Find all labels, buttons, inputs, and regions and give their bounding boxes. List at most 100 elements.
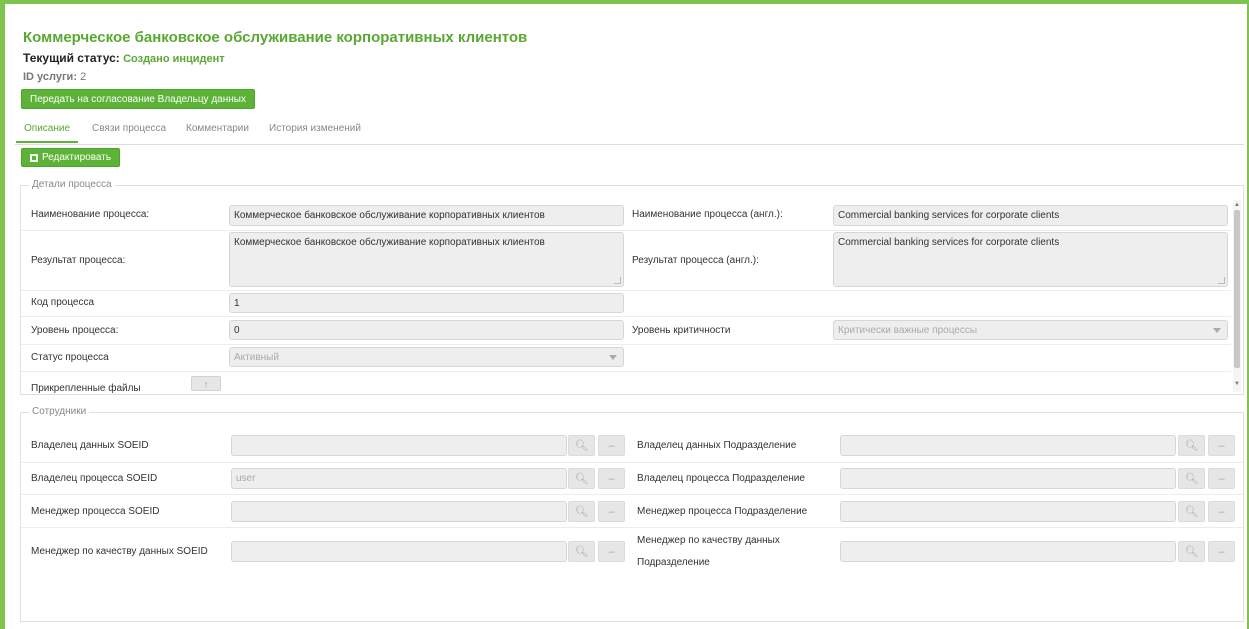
row-divider <box>21 316 1231 317</box>
status-value: Создано инцидент <box>123 53 225 65</box>
quality-manager-soeid-label: Менеджер по качеству данных SOEID <box>31 546 208 557</box>
tab-bar: Описание Связи процесса Комментарии Исто… <box>15 118 1244 145</box>
search-icon: 🔍︎ <box>574 546 589 558</box>
quality-manager-soeid-field[interactable] <box>231 541 567 562</box>
criticality-select[interactable]: Критически важные процессы <box>833 320 1228 340</box>
tab-process-links[interactable]: Связи процесса <box>92 123 166 134</box>
process-name-en-label: Наименование процесса (англ.): <box>632 209 783 220</box>
process-result-en-label: Результат процесса (англ.): <box>632 255 759 266</box>
submit-for-approval-button[interactable]: Передать на согласование Владельцу данны… <box>21 89 255 109</box>
data-owner-soeid-field[interactable] <box>231 435 567 456</box>
active-tab-indicator <box>16 141 78 143</box>
data-owner-search-button[interactable]: 🔍︎ <box>568 435 595 456</box>
minus-icon: – <box>1218 545 1225 558</box>
row-divider <box>21 371 1231 372</box>
upload-button[interactable]: ↑ <box>191 376 221 391</box>
service-id-label: ID услуги: <box>23 71 77 83</box>
search-icon: 🔍︎ <box>1184 473 1199 485</box>
process-level-field[interactable]: 0 <box>229 320 624 340</box>
process-result-en-text: Commercial banking services for corporat… <box>838 237 1060 248</box>
search-icon: 🔍︎ <box>574 440 589 452</box>
data-owner-dept-field[interactable] <box>840 435 1176 456</box>
process-status-value: Активный <box>234 352 279 363</box>
scroll-thumb[interactable] <box>1234 210 1240 368</box>
search-icon: 🔍︎ <box>574 473 589 485</box>
minus-icon: – <box>608 505 615 518</box>
process-result-en-textarea[interactable]: Commercial banking services for corporat… <box>833 232 1228 287</box>
process-manager-dept-clear-button[interactable]: – <box>1208 501 1235 522</box>
quality-manager-search-button[interactable]: 🔍︎ <box>568 541 595 562</box>
scroll-up-icon[interactable]: ▲ <box>1233 202 1241 208</box>
process-manager-soeid-field[interactable] <box>231 501 567 522</box>
process-manager-dept-field[interactable] <box>840 501 1176 522</box>
minus-icon: – <box>608 545 615 558</box>
resize-handle[interactable] <box>1218 277 1225 284</box>
minus-icon: – <box>608 439 615 452</box>
process-manager-soeid-label: Менеджер процесса SOEID <box>31 506 160 517</box>
minus-icon: – <box>608 472 615 485</box>
process-result-text: Коммерческое банковское обслуживание кор… <box>234 237 545 248</box>
minus-icon: – <box>1218 472 1225 485</box>
process-owner-dept-label: Владелец процесса Подразделение <box>637 473 805 484</box>
row-divider <box>21 462 1243 463</box>
page-title: Коммерческое банковское обслуживание кор… <box>23 29 528 46</box>
attached-files-label: Прикрепленные файлы <box>31 383 141 393</box>
quality-manager-dept-label-line2: Подразделение <box>637 557 710 568</box>
process-owner-soeid-field[interactable]: user <box>231 468 567 489</box>
process-code-field[interactable]: 1 <box>229 293 624 313</box>
scroll-down-icon[interactable]: ▼ <box>1233 381 1241 387</box>
process-name-en-field[interactable]: Commercial banking services for corporat… <box>833 205 1228 226</box>
data-owner-dept-label: Владелец данных Подразделение <box>637 440 797 451</box>
search-icon: 🔍︎ <box>574 506 589 518</box>
row-divider <box>21 494 1243 495</box>
quality-manager-dept-clear-button[interactable]: – <box>1208 541 1235 562</box>
quality-manager-dept-field[interactable] <box>840 541 1176 562</box>
process-manager-dept-label: Менеджер процесса Подразделение <box>637 506 808 517</box>
quality-manager-dept-search-button[interactable]: 🔍︎ <box>1178 541 1205 562</box>
process-owner-search-button[interactable]: 🔍︎ <box>568 468 595 489</box>
criticality-label: Уровень критичности <box>632 325 731 336</box>
row-divider <box>21 230 1231 231</box>
data-owner-clear-button[interactable]: – <box>598 435 625 456</box>
process-owner-dept-search-button[interactable]: 🔍︎ <box>1178 468 1205 489</box>
current-status: Текущий статус: Создано инцидент <box>23 51 225 65</box>
search-icon: 🔍︎ <box>1184 506 1199 518</box>
row-divider <box>21 344 1231 345</box>
quality-manager-clear-button[interactable]: – <box>598 541 625 562</box>
process-owner-clear-button[interactable]: – <box>598 468 625 489</box>
edit-icon <box>29 153 38 162</box>
process-result-label: Результат процесса: <box>31 255 126 266</box>
process-owner-dept-clear-button[interactable]: – <box>1208 468 1235 489</box>
resize-handle[interactable] <box>614 277 621 284</box>
process-status-label: Статус процесса <box>31 352 109 363</box>
quality-manager-dept-label-line1: Менеджер по качеству данных <box>637 535 780 546</box>
upload-icon: ↑ <box>203 378 209 389</box>
process-owner-soeid-label: Владелец процесса SOEID <box>31 473 158 484</box>
process-result-textarea[interactable]: Коммерческое банковское обслуживание кор… <box>229 232 624 287</box>
chevron-down-icon <box>1213 328 1221 333</box>
details-scrollbar[interactable]: ▲ ▼ <box>1233 200 1241 392</box>
search-icon: 🔍︎ <box>1184 546 1199 558</box>
process-manager-search-button[interactable]: 🔍︎ <box>568 501 595 522</box>
process-details-legend: Детали процесса <box>29 179 115 190</box>
process-status-select[interactable]: Активный <box>229 347 624 367</box>
row-divider <box>21 527 1243 528</box>
tab-description[interactable]: Описание <box>24 123 70 134</box>
process-manager-dept-search-button[interactable]: 🔍︎ <box>1178 501 1205 522</box>
search-icon: 🔍︎ <box>1184 440 1199 452</box>
edit-button[interactable]: Редактировать <box>21 148 120 167</box>
chevron-down-icon <box>609 355 617 360</box>
service-id-value: 2 <box>80 71 87 83</box>
data-owner-dept-clear-button[interactable]: – <box>1208 435 1235 456</box>
process-owner-dept-field[interactable] <box>840 468 1176 489</box>
row-divider <box>21 290 1231 291</box>
process-name-field[interactable]: Коммерческое банковское обслуживание кор… <box>229 205 624 226</box>
data-owner-dept-search-button[interactable]: 🔍︎ <box>1178 435 1205 456</box>
tab-history[interactable]: История изменений <box>269 123 361 134</box>
minus-icon: – <box>1218 505 1225 518</box>
process-manager-clear-button[interactable]: – <box>598 501 625 522</box>
edit-button-label: Редактировать <box>41 152 112 163</box>
staff-legend: Сотрудники <box>29 406 90 417</box>
criticality-value: Критически важные процессы <box>838 325 978 336</box>
tab-comments[interactable]: Комментарии <box>186 123 249 134</box>
